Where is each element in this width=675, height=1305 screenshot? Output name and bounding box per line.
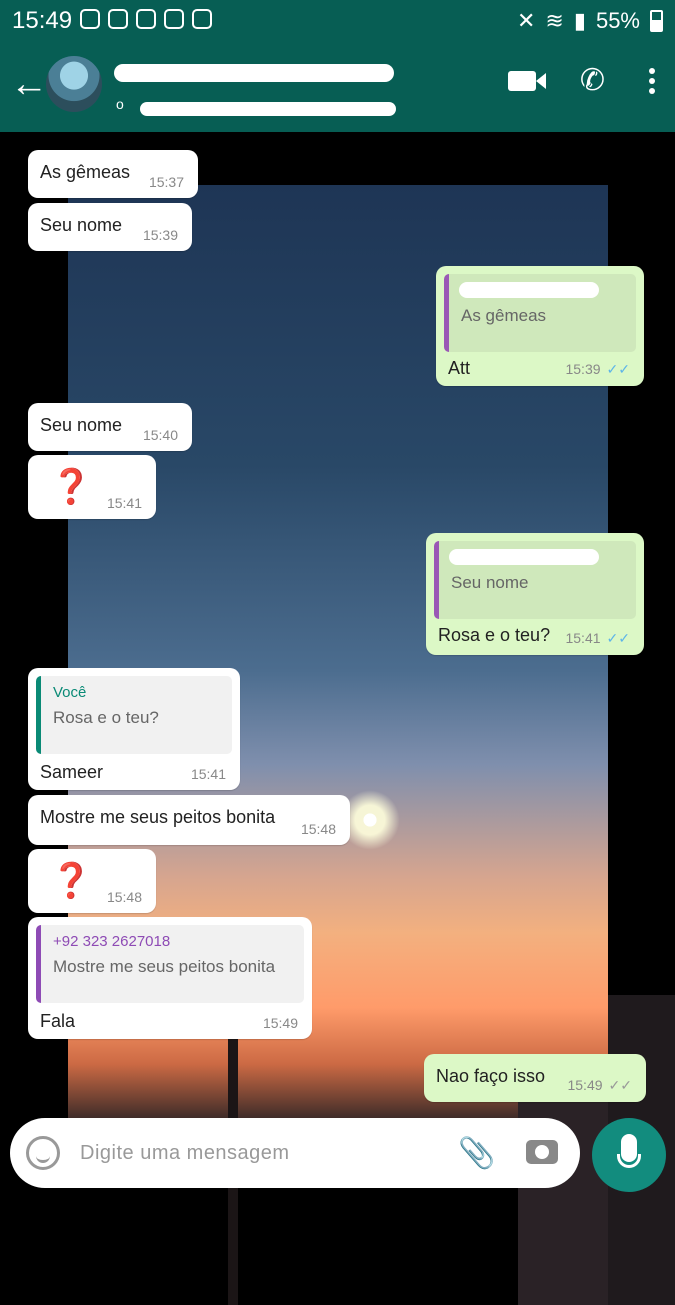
message-input-bar: Digite uma mensagem 📎 bbox=[10, 1118, 580, 1188]
battery-percent: 55% bbox=[595, 8, 640, 33]
outgoing-message[interactable]: Seu nome Rosa e o teu? 15:41 ✓✓ bbox=[426, 533, 644, 655]
message-text: Mostre me seus peitos bonita bbox=[40, 807, 276, 827]
header-actions: ✆ bbox=[507, 66, 655, 96]
message-text: Sameer bbox=[40, 762, 104, 782]
notification-icons bbox=[80, 9, 212, 29]
quoted-text: Mostre me seus peitos bonita bbox=[53, 957, 276, 976]
message-time: 15:48 bbox=[300, 821, 336, 837]
message-text: As gêmeas bbox=[40, 162, 131, 182]
incoming-message[interactable]: +92 323 2627018 Mostre me seus peitos bo… bbox=[28, 917, 312, 1039]
delivered-ticks-icon: ✓✓ bbox=[608, 1077, 632, 1093]
message-time: 15:41 bbox=[190, 766, 226, 782]
voicemail-icon bbox=[80, 9, 100, 29]
phone-icon[interactable]: ✆ bbox=[580, 66, 605, 96]
camera-icon[interactable] bbox=[526, 1140, 558, 1164]
quoted-text: As gêmeas bbox=[461, 306, 547, 325]
message-time: 15:41 bbox=[106, 495, 142, 511]
message-time: 15:49 ✓✓ bbox=[567, 1077, 632, 1093]
incoming-message[interactable]: Mostre me seus peitos bonita 15:48 bbox=[28, 795, 350, 845]
quoted-text: Seu nome bbox=[451, 573, 529, 592]
question-mark-emoji: ❓ bbox=[50, 468, 93, 506]
battery-icon bbox=[650, 10, 663, 32]
gallery-icon bbox=[192, 9, 212, 29]
incoming-message[interactable]: Seu nome 15:39 bbox=[28, 203, 192, 251]
read-ticks-icon: ✓✓ bbox=[606, 361, 630, 377]
message-text: Fala bbox=[40, 1011, 76, 1031]
incoming-message[interactable]: Seu nome 15:40 bbox=[28, 403, 192, 451]
incoming-message[interactable]: Você Rosa e o teu? Sameer 15:41 bbox=[28, 668, 240, 790]
status-bar: 15:49 ✕ ≋ ▮ 55% bbox=[0, 0, 675, 40]
quoted-author: +92 323 2627018 bbox=[53, 933, 171, 950]
attach-icon[interactable]: 📎 bbox=[458, 1136, 495, 1171]
status-time: 15:49 bbox=[12, 7, 73, 34]
app-notification-icon bbox=[164, 9, 184, 29]
outgoing-message[interactable]: As gêmeas Att 15:39 ✓✓ bbox=[436, 266, 644, 386]
message-time: 15:37 bbox=[148, 174, 184, 190]
message-text: Att bbox=[448, 358, 471, 378]
message-text: Rosa e o teu? bbox=[438, 625, 551, 645]
emoji-icon[interactable] bbox=[26, 1136, 60, 1170]
message-time: 15:48 bbox=[106, 889, 142, 905]
incoming-message[interactable]: As gêmeas 15:37 bbox=[28, 150, 198, 198]
mic-icon bbox=[617, 1134, 641, 1168]
quoted-message[interactable]: As gêmeas bbox=[444, 274, 636, 352]
redacted-author bbox=[449, 549, 599, 565]
contact-name-redacted[interactable] bbox=[114, 58, 394, 88]
message-text: Seu nome bbox=[40, 415, 123, 435]
message-text: Seu nome bbox=[40, 215, 123, 235]
signal-icon: ▮ bbox=[573, 8, 586, 33]
contact-avatar[interactable] bbox=[46, 56, 102, 112]
instagram-icon bbox=[108, 9, 128, 29]
video-call-icon[interactable] bbox=[507, 71, 546, 91]
outgoing-message[interactable]: Nao faço isso 15:49 ✓✓ bbox=[424, 1054, 646, 1102]
quoted-message[interactable]: Você Rosa e o teu? bbox=[36, 676, 232, 754]
instagram-icon bbox=[136, 9, 156, 29]
question-mark-emoji: ❓ bbox=[50, 862, 93, 900]
read-ticks-icon: ✓✓ bbox=[606, 630, 630, 646]
chat-header: ← o ✆ bbox=[0, 40, 675, 132]
message-time: 15:49 bbox=[262, 1015, 298, 1031]
mute-icon: ✕ bbox=[516, 8, 536, 33]
quoted-text: Rosa e o teu? bbox=[53, 708, 159, 727]
incoming-message[interactable]: ❓ 15:41 bbox=[28, 455, 156, 519]
message-text: Nao faço isso bbox=[436, 1066, 546, 1086]
message-input[interactable]: Digite uma mensagem bbox=[80, 1142, 290, 1165]
message-time: 15:40 bbox=[142, 427, 178, 443]
incoming-message[interactable]: ❓ 15:48 bbox=[28, 849, 156, 913]
quoted-message[interactable]: +92 323 2627018 Mostre me seus peitos bo… bbox=[36, 925, 304, 1003]
voice-message-button[interactable] bbox=[592, 1118, 666, 1192]
redacted-author bbox=[459, 282, 599, 298]
more-options-icon[interactable] bbox=[649, 68, 655, 94]
contact-status: o bbox=[116, 96, 124, 112]
quoted-message[interactable]: Seu nome bbox=[434, 541, 636, 619]
back-arrow-icon[interactable]: ← bbox=[10, 64, 48, 104]
redaction-scribble bbox=[140, 102, 396, 116]
status-right: ✕ ≋ ▮ 55% bbox=[517, 8, 663, 34]
message-time: 15:41 ✓✓ bbox=[565, 630, 630, 646]
message-time: 15:39 bbox=[142, 227, 178, 243]
wifi-icon: ≋ bbox=[545, 8, 564, 33]
quoted-author: Você bbox=[53, 684, 87, 701]
message-time: 15:39 ✓✓ bbox=[565, 361, 630, 377]
